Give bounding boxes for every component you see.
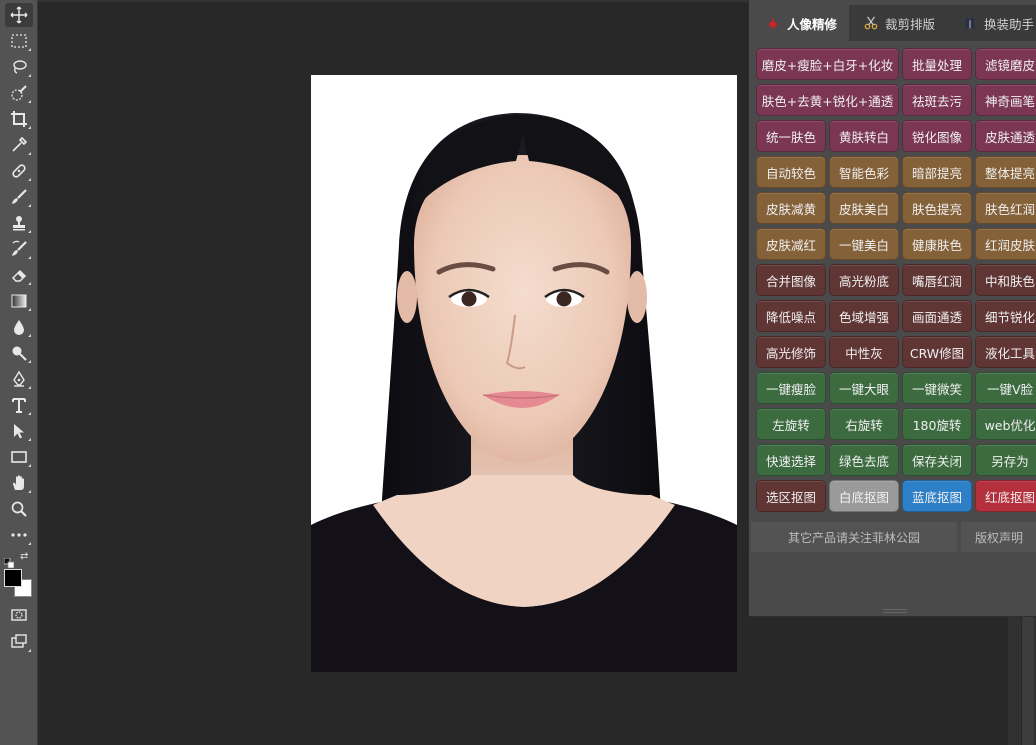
retouch-plugin-panel: 人像精修 裁剪排版 换装助手 磨皮+瘦脸+白牙+化妆 批量处理 滤镜磨皮肤色+去黄+… <box>748 0 1036 617</box>
tools-panel: ⇄ <box>0 0 38 745</box>
action-button[interactable]: 另存为 <box>975 444 1036 476</box>
action-button[interactable]: 绿色去底 <box>829 444 899 476</box>
tab-crop-layout[interactable]: 裁剪排版 <box>849 5 948 41</box>
gradient-tool-icon[interactable] <box>5 289 33 313</box>
person-brush-icon <box>765 15 781 31</box>
tab-label: 换装助手 <box>984 16 1035 32</box>
lasso-tool-icon[interactable] <box>5 55 33 79</box>
document-canvas[interactable] <box>311 75 737 672</box>
action-button[interactable]: 黄肤转白 <box>829 120 899 152</box>
clone-stamp-tool-icon[interactable] <box>5 211 33 235</box>
blur-tool-icon[interactable] <box>5 315 33 339</box>
quick-selection-tool-icon[interactable] <box>5 81 33 105</box>
action-button[interactable]: 自动较色 <box>756 156 826 188</box>
type-tool-icon[interactable] <box>5 393 33 417</box>
action-button[interactable]: 肤色红润 <box>975 192 1036 224</box>
action-button[interactable]: 白底抠图 <box>829 480 899 512</box>
move-tool-icon[interactable] <box>5 3 33 27</box>
action-button[interactable]: 画面通透 <box>902 300 972 332</box>
action-button[interactable]: 一键美白 <box>829 228 899 260</box>
action-button[interactable]: 统一肤色 <box>756 120 826 152</box>
action-button[interactable]: 细节锐化 <box>975 300 1036 332</box>
action-button[interactable]: web优化 <box>975 408 1036 440</box>
swap-colors-icon[interactable]: ⇄ <box>20 551 28 562</box>
more-tools-icon[interactable] <box>5 523 33 547</box>
history-brush-tool-icon[interactable] <box>5 237 33 261</box>
action-button[interactable]: 红润皮肤 <box>975 228 1036 260</box>
action-button[interactable]: 皮肤减黄 <box>756 192 826 224</box>
panel-resize-grip[interactable] <box>883 609 907 613</box>
action-button[interactable]: 皮肤通透 <box>975 120 1036 152</box>
action-button[interactable]: 选区抠图 <box>756 480 826 512</box>
tab-portrait-retouch[interactable]: 人像精修 <box>749 5 849 41</box>
action-button[interactable]: 肤色+去黄+锐化+通透 <box>756 84 899 116</box>
portrait-photo <box>311 75 737 672</box>
action-button[interactable]: 180旋转 <box>902 408 972 440</box>
action-button[interactable]: 右旋转 <box>829 408 899 440</box>
photoshop-window: ⇄ 人像精修 裁剪排版 换装助手 磨皮+瘦脸+白牙+化妆 批量处理 滤镜磨皮 肤… <box>0 0 1036 745</box>
quick-mask-icon[interactable] <box>5 603 33 627</box>
action-button[interactable]: 中性灰 <box>829 336 899 368</box>
action-button[interactable]: 滤镜磨皮 <box>975 48 1036 80</box>
screen-mode-icon[interactable] <box>5 630 33 654</box>
action-button[interactable]: 降低噪点 <box>756 300 826 332</box>
pen-tool-icon[interactable] <box>5 367 33 391</box>
healing-brush-tool-icon[interactable] <box>5 159 33 183</box>
vertical-scrollbar[interactable] <box>1021 617 1034 745</box>
eraser-tool-icon[interactable] <box>5 263 33 287</box>
action-button[interactable]: 神奇画笔 <box>975 84 1036 116</box>
action-button[interactable]: 暗部提亮 <box>902 156 972 188</box>
action-button[interactable]: 快速选择 <box>756 444 826 476</box>
action-button[interactable]: 皮肤减红 <box>756 228 826 260</box>
action-button[interactable]: 一键微笑 <box>902 372 972 404</box>
action-button[interactable]: 色域增强 <box>829 300 899 332</box>
action-button[interactable]: 保存关闭 <box>902 444 972 476</box>
action-button[interactable]: 一键V脸 <box>975 372 1036 404</box>
action-button[interactable]: 皮肤美白 <box>829 192 899 224</box>
action-button[interactable]: 左旋转 <box>756 408 826 440</box>
copyright-link[interactable]: 版权声明 <box>961 522 1036 552</box>
path-selection-tool-icon[interactable] <box>5 419 33 443</box>
action-button[interactable]: 中和肤色 <box>975 264 1036 296</box>
marquee-tool-icon[interactable] <box>5 29 33 53</box>
crop-tool-icon[interactable] <box>5 107 33 131</box>
action-button[interactable]: 高光粉底 <box>829 264 899 296</box>
suit-icon <box>962 15 978 31</box>
action-button[interactable]: 液化工具 <box>975 336 1036 368</box>
action-button[interactable]: 一键瘦脸 <box>756 372 826 404</box>
brush-tool-icon[interactable] <box>5 185 33 209</box>
tab-label: 裁剪排版 <box>885 16 936 32</box>
action-button[interactable]: 智能色彩 <box>829 156 899 188</box>
action-button[interactable]: 一键大眼 <box>829 372 899 404</box>
other-products-link[interactable]: 其它产品请关注菲林公园 <box>751 522 957 552</box>
panel-tab-bar: 人像精修 裁剪排版 换装助手 <box>749 5 1036 41</box>
zoom-tool-icon[interactable] <box>5 497 33 521</box>
action-button[interactable]: 合并图像 <box>756 264 826 296</box>
foreground-color-swatch[interactable] <box>4 569 22 587</box>
eyedropper-tool-icon[interactable] <box>5 133 33 157</box>
dodge-tool-icon[interactable] <box>5 341 33 365</box>
tab-label: 人像精修 <box>787 16 838 32</box>
rectangle-tool-icon[interactable] <box>5 445 33 469</box>
panel-footer: 其它产品请关注菲林公园 版权声明 <box>749 522 1036 552</box>
action-button[interactable]: 祛斑去污 <box>902 84 972 116</box>
document-tab-strip <box>38 0 758 2</box>
hand-tool-icon[interactable] <box>5 471 33 495</box>
action-button[interactable]: 蓝底抠图 <box>902 480 972 512</box>
action-button[interactable]: 高光修饰 <box>756 336 826 368</box>
action-button[interactable]: CRW修图 <box>902 336 972 368</box>
action-button[interactable]: 磨皮+瘦脸+白牙+化妆 <box>756 48 899 80</box>
default-colors-icon[interactable] <box>3 553 15 569</box>
action-button[interactable]: 整体提亮 <box>975 156 1036 188</box>
action-button[interactable]: 嘴唇红润 <box>902 264 972 296</box>
action-button[interactable]: 批量处理 <box>902 48 972 80</box>
action-button[interactable]: 肤色提亮 <box>902 192 972 224</box>
tab-outfit-helper[interactable]: 换装助手 <box>948 5 1036 41</box>
action-button[interactable]: 健康肤色 <box>902 228 972 260</box>
scissors-icon <box>863 15 879 31</box>
action-button[interactable]: 红底抠图 <box>975 480 1036 512</box>
action-button[interactable]: 锐化图像 <box>902 120 972 152</box>
